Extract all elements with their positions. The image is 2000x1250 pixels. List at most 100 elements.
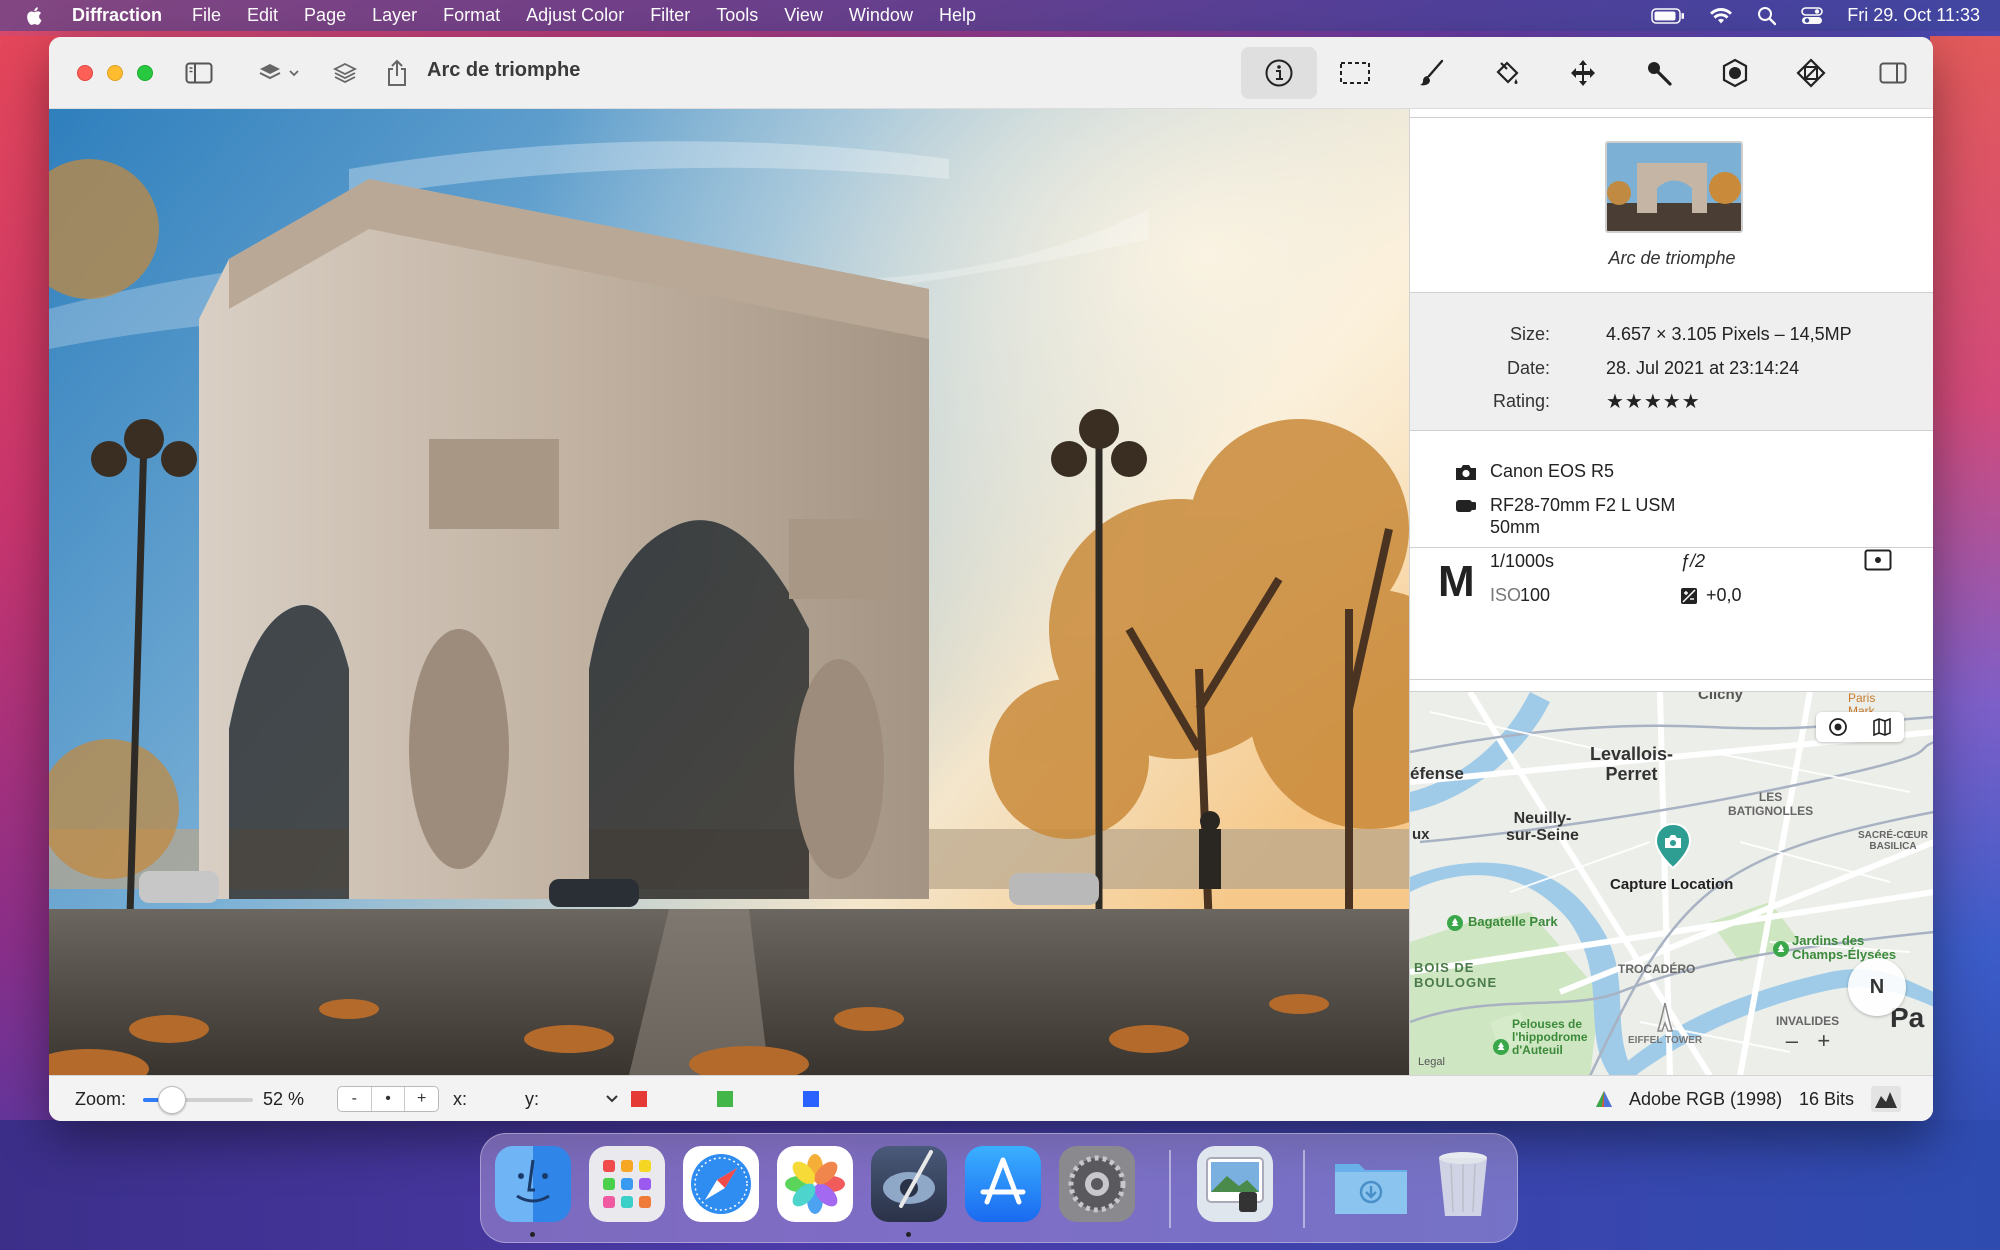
sidebar-toggle-button[interactable] bbox=[181, 55, 217, 91]
map-zoom-in-button[interactable]: + bbox=[1817, 1028, 1830, 1054]
color-profile[interactable]: Adobe RGB (1998) bbox=[1629, 1089, 1782, 1110]
park-pin-icon-2 bbox=[1773, 941, 1789, 957]
map-zoom-controls: – + bbox=[1776, 1026, 1840, 1056]
dock-diffraction-icon[interactable] bbox=[871, 1146, 947, 1222]
spotlight-search-icon[interactable] bbox=[1757, 6, 1777, 26]
layers-icon bbox=[259, 64, 299, 80]
dock-launchpad-icon[interactable] bbox=[589, 1146, 665, 1222]
map-label-neuilly: Neuilly- sur-Seine bbox=[1506, 810, 1579, 844]
apple-icon[interactable] bbox=[24, 5, 46, 27]
zoom-label: Zoom: bbox=[75, 1089, 127, 1109]
map-icon[interactable] bbox=[1872, 718, 1892, 736]
retouch-tool-button[interactable] bbox=[1697, 47, 1773, 99]
map-label-levallois: Levallois- Perret bbox=[1590, 744, 1674, 784]
paint-bucket-icon bbox=[1496, 61, 1519, 84]
color-profile-icon bbox=[1596, 1091, 1612, 1107]
menu-file[interactable]: File bbox=[192, 5, 221, 26]
transform-tool-button[interactable] bbox=[1773, 47, 1849, 99]
dock-trash-icon[interactable] bbox=[1425, 1146, 1501, 1222]
dock-app-store-icon[interactable] bbox=[965, 1146, 1041, 1222]
dock-photos-icon[interactable] bbox=[777, 1146, 853, 1222]
exposure-mode: M bbox=[1438, 557, 1475, 606]
metadata-bottom-divider bbox=[1410, 430, 1933, 431]
fullscreen-window-button[interactable] bbox=[137, 65, 153, 81]
zoom-value: 52 % bbox=[263, 1089, 305, 1109]
share-icon bbox=[388, 59, 406, 86]
arc-de-triomphe-photo bbox=[49, 109, 1409, 1075]
aperture: ƒ/2 bbox=[1680, 551, 1706, 571]
document-title: Arc de triomphe bbox=[427, 59, 581, 81]
map-label-defense: éfense bbox=[1410, 764, 1464, 783]
dock-safari-icon[interactable] bbox=[683, 1146, 759, 1222]
map-legal-link[interactable]: Legal bbox=[1418, 1056, 1445, 1068]
image-thumbnail[interactable] bbox=[1605, 141, 1743, 233]
zoom-stepper: - • + bbox=[337, 1086, 439, 1112]
menu-app-name[interactable]: Diffraction bbox=[72, 5, 162, 26]
menu-adjust-color[interactable]: Adjust Color bbox=[526, 5, 624, 26]
date-value: 28. Jul 2021 at 23:14:24 bbox=[1606, 358, 1800, 378]
map-label-bois-de-boulogne: BOIS DE BOULOGNE bbox=[1414, 960, 1498, 990]
camera-icon bbox=[1456, 465, 1476, 480]
move-tool-button[interactable] bbox=[1545, 47, 1621, 99]
zoom-in-button[interactable]: + bbox=[405, 1087, 438, 1111]
right-sidebar-icon bbox=[1879, 62, 1907, 84]
compass-button[interactable]: N bbox=[1848, 958, 1906, 1016]
location-map[interactable]: Clichy Levallois- Perret éfense Neuilly-… bbox=[1410, 691, 1933, 1075]
menu-page[interactable]: Page bbox=[304, 5, 346, 26]
fill-tool-button[interactable] bbox=[1469, 47, 1545, 99]
dock-preview-icon[interactable] bbox=[1197, 1146, 1273, 1222]
share-button[interactable] bbox=[379, 55, 415, 91]
move-arrows-icon bbox=[1571, 60, 1595, 86]
map-zoom-out-button[interactable]: – bbox=[1786, 1028, 1798, 1054]
menu-bar: Diffraction File Edit Page Layer Format … bbox=[0, 0, 2000, 31]
magic-wand-tool-button[interactable] bbox=[1621, 47, 1697, 99]
minimize-window-button[interactable] bbox=[107, 65, 123, 81]
inspector-toggle-button[interactable] bbox=[1875, 55, 1911, 91]
map-label-eiffel: EIFFEL TOWER bbox=[1628, 1035, 1703, 1046]
thumbnail-caption: Arc de triomphe bbox=[1608, 248, 1736, 268]
menu-help[interactable]: Help bbox=[939, 5, 976, 26]
dock-downloads-folder-icon[interactable] bbox=[1331, 1146, 1407, 1222]
layer-stack-button[interactable] bbox=[327, 55, 363, 91]
menu-edit[interactable]: Edit bbox=[247, 5, 278, 26]
dock-finder-icon[interactable] bbox=[495, 1146, 571, 1222]
chevron-down-icon[interactable] bbox=[605, 1094, 619, 1104]
info-tool-button[interactable] bbox=[1241, 47, 1317, 99]
clock[interactable]: Fri 29. Oct 11:33 bbox=[1847, 5, 1980, 26]
inspector-panel: Arc de triomphe Size: 4.657 × 3.105 Pixe… bbox=[1409, 109, 1933, 1075]
wifi-icon[interactable] bbox=[1709, 7, 1733, 25]
menu-window[interactable]: Window bbox=[849, 5, 913, 26]
camera-model: Canon EOS R5 bbox=[1490, 461, 1615, 481]
x-coordinate-label: x: bbox=[453, 1089, 468, 1109]
histogram-icon[interactable] bbox=[1871, 1086, 1901, 1112]
close-window-button[interactable] bbox=[77, 65, 93, 81]
layers-menu-button[interactable] bbox=[253, 55, 305, 91]
bit-depth[interactable]: 16 Bits bbox=[1799, 1089, 1854, 1110]
image-canvas[interactable] bbox=[49, 109, 1409, 1075]
finder-running-indicator bbox=[530, 1232, 535, 1237]
battery-icon[interactable] bbox=[1651, 7, 1685, 24]
map-label-pelouses: Pelouses de l'hippodrome d'Auteuil bbox=[1512, 1017, 1588, 1057]
rating-stars[interactable]: ★★★★★ bbox=[1606, 389, 1701, 414]
camera-pin-icon[interactable] bbox=[1828, 718, 1848, 736]
menu-view[interactable]: View bbox=[784, 5, 823, 26]
menu-tools[interactable]: Tools bbox=[716, 5, 758, 26]
dock-separator-2 bbox=[1303, 1150, 1305, 1228]
zoom-fit-button[interactable]: • bbox=[372, 1087, 406, 1111]
capture-location-pin[interactable] bbox=[1653, 822, 1693, 870]
menu-filter[interactable]: Filter bbox=[650, 5, 690, 26]
exposure-compensation-icon bbox=[1681, 588, 1697, 604]
menu-format[interactable]: Format bbox=[443, 5, 500, 26]
focal-length: 50mm bbox=[1490, 517, 1541, 537]
zoom-slider-knob[interactable] bbox=[157, 1086, 186, 1114]
zoom-out-button[interactable]: - bbox=[338, 1087, 372, 1111]
menu-layer[interactable]: Layer bbox=[372, 5, 417, 26]
dock-system-preferences-icon[interactable] bbox=[1059, 1146, 1135, 1222]
selection-tool-button[interactable] bbox=[1317, 47, 1393, 99]
green-channel-swatch bbox=[717, 1091, 733, 1107]
target-icon bbox=[1722, 58, 1748, 88]
control-center-icon[interactable] bbox=[1801, 6, 1824, 26]
stack-icon bbox=[332, 62, 358, 84]
brush-tool-button[interactable] bbox=[1393, 47, 1469, 99]
lens-model: RF28-70mm F2 L USM bbox=[1490, 495, 1676, 515]
